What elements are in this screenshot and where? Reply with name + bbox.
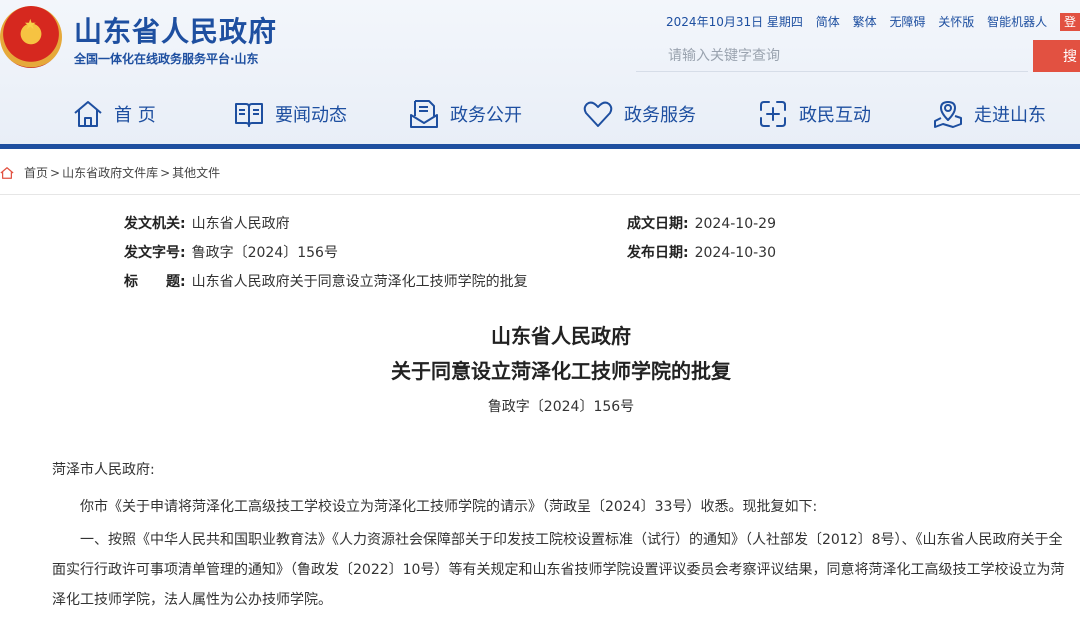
search-input[interactable] [636, 40, 1028, 72]
link-login[interactable]: 登 [1059, 13, 1080, 31]
breadcrumb: 首页 > 山东省政府文件库 > 其他文件 [0, 164, 220, 181]
doc-number-value: 鲁政字〔2024〕156号 [191, 245, 338, 261]
nav-interaction[interactable]: 政民互动 [757, 98, 871, 130]
issuer-label: 发文机关: [124, 216, 186, 232]
published-date-label: 发布日期: [627, 245, 689, 261]
nav-about-shandong-label: 走进山东 [974, 105, 1046, 126]
breadcrumb-divider [0, 194, 1080, 195]
created-date-label: 成文日期: [627, 216, 689, 232]
meta-created-date: 成文日期: 2024-10-29 [627, 213, 776, 233]
nav-gov-service-label: 政务服务 [624, 105, 696, 126]
national-emblem-logo: ★ [0, 6, 62, 68]
breadcrumb-separator: > [50, 165, 61, 180]
site-header: ★ 山东省人民政府 全国一体化在线政务服务平台·山东 2024年10月31日 星… [0, 0, 1080, 148]
header-divider-bar [0, 144, 1080, 149]
doc-number-label: 发文字号: [124, 245, 186, 261]
home-icon [74, 101, 102, 127]
title-label: 标 题: [124, 274, 186, 290]
site-subtitle: 全国一体化在线政务服务平台·山东 [74, 52, 259, 66]
meta-published-date: 发布日期: 2024-10-30 [627, 242, 776, 262]
nav-gov-affairs[interactable]: 政务公开 [408, 98, 522, 130]
nav-news-label: 要闻动态 [275, 105, 347, 126]
book-icon [235, 103, 263, 127]
top-links: 2024年10月31日 星期四 简体 繁体 无障碍 关怀版 智能机器人 登 [666, 13, 1080, 31]
nav-interaction-label: 政民互动 [799, 105, 871, 126]
salutation: 菏泽市人民政府: [52, 462, 155, 478]
heart-icon [583, 101, 613, 127]
meta-title: 标 题: 山东省人民政府关于同意设立菏泽化工技师学院的批复 [124, 271, 528, 291]
published-date-value: 2024-10-30 [694, 245, 776, 261]
link-simplified[interactable]: 简体 [816, 15, 840, 29]
document-title-line1: 山东省人民政府 [491, 324, 631, 348]
document-number: 鲁政字〔2024〕156号 [487, 399, 635, 415]
location-icon [934, 101, 962, 128]
document-title-line2: 关于同意设立菏泽化工技师学院的批复 [391, 359, 731, 383]
created-date-value: 2024-10-29 [694, 216, 776, 232]
current-date: 2024年10月31日 星期四 [666, 15, 803, 29]
document-icon [410, 100, 438, 128]
breadcrumb-home[interactable]: 首页 [24, 164, 48, 181]
link-care-mode[interactable]: 关怀版 [938, 15, 974, 29]
nav-gov-affairs-label: 政务公开 [450, 105, 522, 126]
link-smart-robot[interactable]: 智能机器人 [987, 15, 1047, 29]
site-title[interactable]: 山东省人民政府 [74, 10, 277, 50]
interaction-icon [760, 101, 786, 127]
search-button[interactable]: 搜 [1033, 40, 1080, 72]
meta-doc-number: 发文字号: 鲁政字〔2024〕156号 [124, 242, 338, 262]
title-value: 山东省人民政府关于同意设立菏泽化工技师学院的批复 [191, 274, 528, 290]
breadcrumb-document-library[interactable]: 山东省政府文件库 [62, 164, 158, 181]
nav-home[interactable]: 首 页 [72, 98, 156, 130]
body-paragraph-2: 一、按照《中华人民共和国职业教育法》《人力资源社会保障部关于印发技工院校设置标准… [52, 532, 1065, 608]
nav-news[interactable]: 要闻动态 [233, 98, 347, 130]
issuer-value: 山东省人民政府 [191, 216, 290, 232]
body-paragraph-1: 你市《关于申请将菏泽化工高级技工学校设立为菏泽化工技师学院的请示》（菏政呈〔20… [80, 499, 818, 515]
breadcrumb-separator: > [160, 165, 171, 180]
link-accessibility[interactable]: 无障碍 [889, 15, 925, 29]
main-nav: 首 页 要闻动态 政务公开 政务服务 政民互动 走进山东 [0, 86, 1080, 142]
breadcrumb-other-files[interactable]: 其他文件 [172, 164, 220, 181]
nav-gov-service[interactable]: 政务服务 [582, 98, 696, 130]
home-icon [0, 166, 14, 179]
nav-home-label: 首 页 [114, 105, 156, 126]
nav-about-shandong[interactable]: 走进山东 [932, 98, 1046, 130]
meta-issuer: 发文机关: 山东省人民政府 [124, 213, 290, 233]
link-traditional[interactable]: 繁体 [853, 15, 877, 29]
